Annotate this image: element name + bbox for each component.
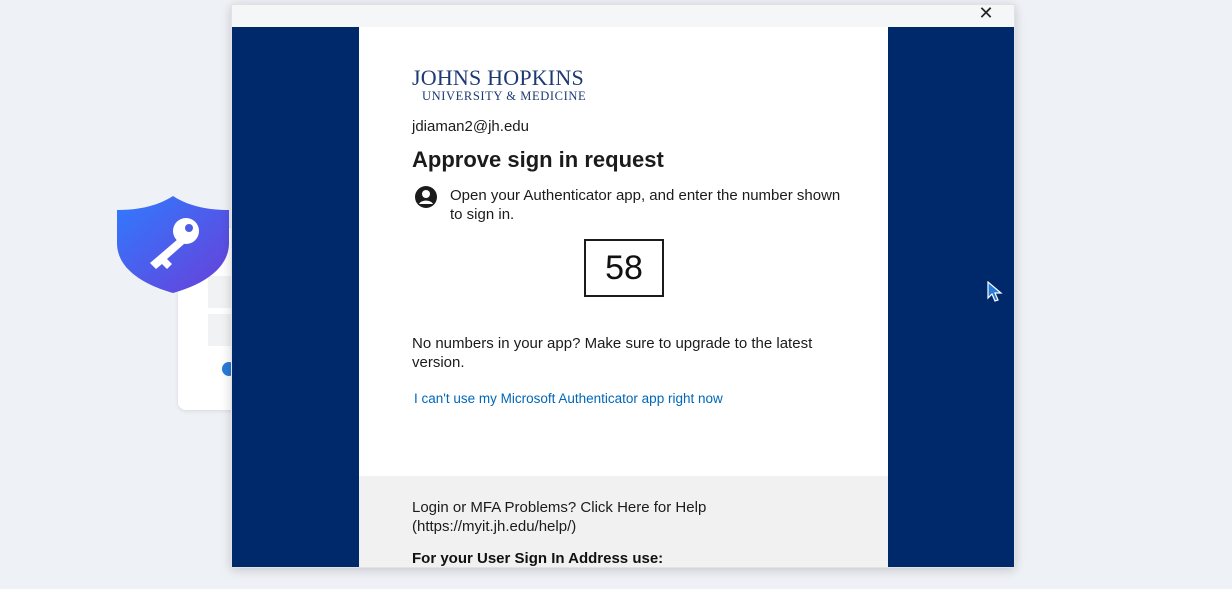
- mouse-pointer-icon: [987, 281, 1003, 302]
- johns-hopkins-logo: JOHNS HOPKINS UNIVERSITY & MEDICINE: [412, 65, 586, 104]
- signin-panel: JOHNS HOPKINS UNIVERSITY & MEDICINE jdia…: [359, 27, 888, 567]
- sign-in-number: 58: [584, 239, 664, 297]
- sign-in-address-label: For your User Sign In Address use:: [412, 550, 664, 567]
- help-footer: Login or MFA Problems? Click Here for He…: [359, 476, 888, 567]
- shield-key-icon: [117, 196, 229, 293]
- authenticator-instruction: Open your Authenticator app, and enter t…: [450, 187, 841, 223]
- cant-use-authenticator-link[interactable]: I can't use my Microsoft Authenticator a…: [414, 391, 723, 406]
- help-link-text[interactable]: Login or MFA Problems? Click Here for He…: [412, 498, 832, 536]
- upgrade-note: No numbers in your app? Make sure to upg…: [412, 335, 813, 371]
- logo-main-text: JOHNS HOPKINS: [412, 65, 584, 90]
- logo-sub-text: UNIVERSITY & MEDICINE: [422, 89, 587, 103]
- close-button[interactable]: ✕: [974, 4, 998, 23]
- account-email: jdiaman2@jh.edu: [412, 118, 529, 135]
- signin-dialog: ✕ JOHNS HOPKINS UNIVERSITY & MEDICINE jd…: [231, 4, 1015, 568]
- signin-background: JOHNS HOPKINS UNIVERSITY & MEDICINE jdia…: [232, 27, 1014, 567]
- dialog-titlebar: ✕: [232, 4, 1014, 27]
- person-icon: [415, 186, 437, 208]
- page-title: Approve sign in request: [412, 147, 664, 172]
